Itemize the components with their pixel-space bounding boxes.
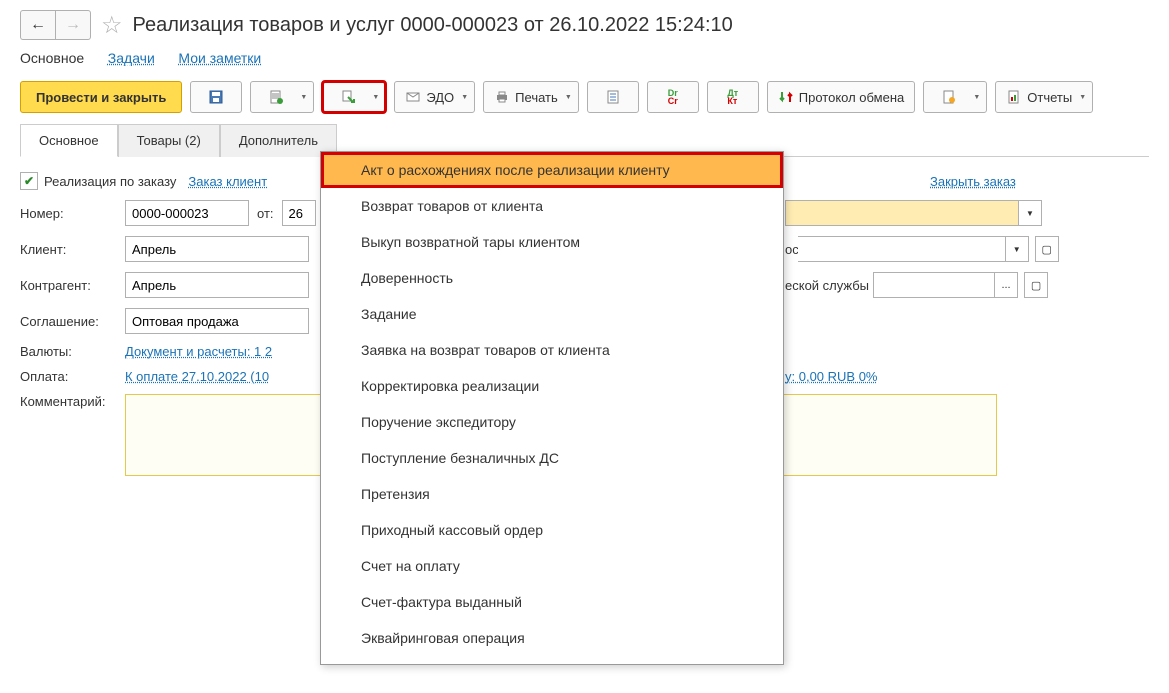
warehouse-suffix: ос <box>785 242 799 257</box>
client-input[interactable] <box>125 236 309 262</box>
menu-item-forwarder-order[interactable]: Поручение экспедитору <box>321 404 783 440</box>
menu-item-claim[interactable]: Претензия <box>321 476 783 512</box>
counterparty-input[interactable] <box>125 272 309 298</box>
payment-link[interactable]: К оплате 27.10.2022 (10 <box>125 369 269 384</box>
client-label: Клиент: <box>20 242 125 257</box>
agreement-input[interactable] <box>125 308 309 334</box>
menu-item-return-request[interactable]: Заявка на возврат товаров от клиента <box>321 332 783 368</box>
nav-link-main[interactable]: Основное <box>20 50 84 66</box>
create-based-on-menu: Акт о расхождениях после реализации клие… <box>320 151 784 665</box>
currency-label: Валюты: <box>20 344 125 359</box>
protocol-button[interactable]: Протокол обмена <box>767 81 916 113</box>
menu-item-cash-order[interactable]: Приходный кассовый ордер <box>321 512 783 548</box>
menu-item-buyback-container[interactable]: Выкуп возвратной тары клиентом <box>321 224 783 260</box>
attach-icon <box>941 89 957 105</box>
payment-right-link[interactable]: у: 0,00 RUB 0% <box>785 369 878 384</box>
by-order-checkbox[interactable]: ✔ <box>20 172 38 190</box>
nav-link-tasks[interactable]: Задачи <box>108 50 155 66</box>
save-icon <box>208 89 224 105</box>
currency-link[interactable]: Документ и расчеты: 1 2 <box>125 344 272 359</box>
service-open-button[interactable]: ▢ <box>1024 272 1048 298</box>
reports-icon <box>1006 89 1022 105</box>
service-more-button[interactable]: ... <box>995 272 1018 298</box>
create-based-on-button[interactable] <box>322 81 386 113</box>
print-icon <box>494 89 510 105</box>
warehouse-dropdown-icon[interactable]: ▼ <box>1019 200 1042 226</box>
menu-item-power-attorney[interactable]: Доверенность <box>321 260 783 296</box>
warehouse2-open-button[interactable]: ▢ <box>1035 236 1059 262</box>
page-title: Реализация товаров и услуг 0000-000023 о… <box>133 14 733 37</box>
dtcr-icon: DrCr <box>668 89 678 105</box>
menu-item-task[interactable]: Задание <box>321 296 783 332</box>
menu-item-facture[interactable]: Счет-фактура выданный <box>321 584 783 620</box>
counterparty-label: Контрагент: <box>20 278 125 293</box>
menu-item-act-discrepancy[interactable]: Акт о расхождениях после реализации клие… <box>321 152 783 188</box>
menu-item-invoice[interactable]: Счет на оплату <box>321 548 783 584</box>
service-suffix: еской службы <box>785 278 869 293</box>
tab-main[interactable]: Основное <box>20 124 118 157</box>
warehouse2-input[interactable] <box>798 236 1006 262</box>
warehouse-input[interactable] <box>785 200 1019 226</box>
submit-close-button[interactable]: Провести и закрыть <box>20 81 182 113</box>
print-button[interactable]: Печать <box>483 81 579 113</box>
attach-button[interactable] <box>923 81 987 113</box>
mail-icon <box>405 89 421 105</box>
date-input[interactable] <box>282 200 316 226</box>
tab-goods[interactable]: Товары (2) <box>118 124 220 157</box>
exchange-icon <box>778 89 794 105</box>
payment-label: Оплата: <box>20 369 125 384</box>
structure-button[interactable] <box>587 81 639 113</box>
reports-button[interactable]: Отчеты <box>995 81 1093 113</box>
dtkt-button[interactable]: ДтКт <box>707 81 759 113</box>
agreement-label: Соглашение: <box>20 314 125 329</box>
dtcr-button[interactable]: DrCr <box>647 81 699 113</box>
warehouse2-dropdown-icon[interactable]: ▼ <box>1006 236 1029 262</box>
document-icon <box>268 89 284 105</box>
number-label: Номер: <box>20 206 125 221</box>
post-button[interactable] <box>250 81 314 113</box>
number-input[interactable] <box>125 200 249 226</box>
edo-button[interactable]: ЭДО <box>394 81 475 113</box>
by-order-label: Реализация по заказу <box>44 174 176 189</box>
favorite-star-icon[interactable]: ☆ <box>101 11 123 40</box>
close-order-link[interactable]: Закрыть заказ <box>930 174 1016 189</box>
menu-item-cashless-receipt[interactable]: Поступление безналичных ДС <box>321 440 783 476</box>
menu-item-acquiring[interactable]: Эквайринговая операция <box>321 620 783 656</box>
from-label: от: <box>257 206 274 221</box>
nav-link-notes[interactable]: Мои заметки <box>178 50 261 66</box>
save-button[interactable] <box>190 81 242 113</box>
menu-item-return-goods[interactable]: Возврат товаров от клиента <box>321 188 783 224</box>
list-icon <box>605 89 621 105</box>
service-input[interactable] <box>873 272 995 298</box>
dtkt-icon: ДтКт <box>727 89 738 105</box>
nav-back-button[interactable]: ← <box>20 10 55 40</box>
menu-item-correction[interactable]: Корректировка реализации <box>321 368 783 404</box>
order-link[interactable]: Заказ клиент <box>188 174 267 189</box>
new-doc-icon <box>340 89 356 105</box>
nav-forward-button[interactable]: → <box>55 10 91 40</box>
comment-label: Комментарий: <box>20 394 125 409</box>
